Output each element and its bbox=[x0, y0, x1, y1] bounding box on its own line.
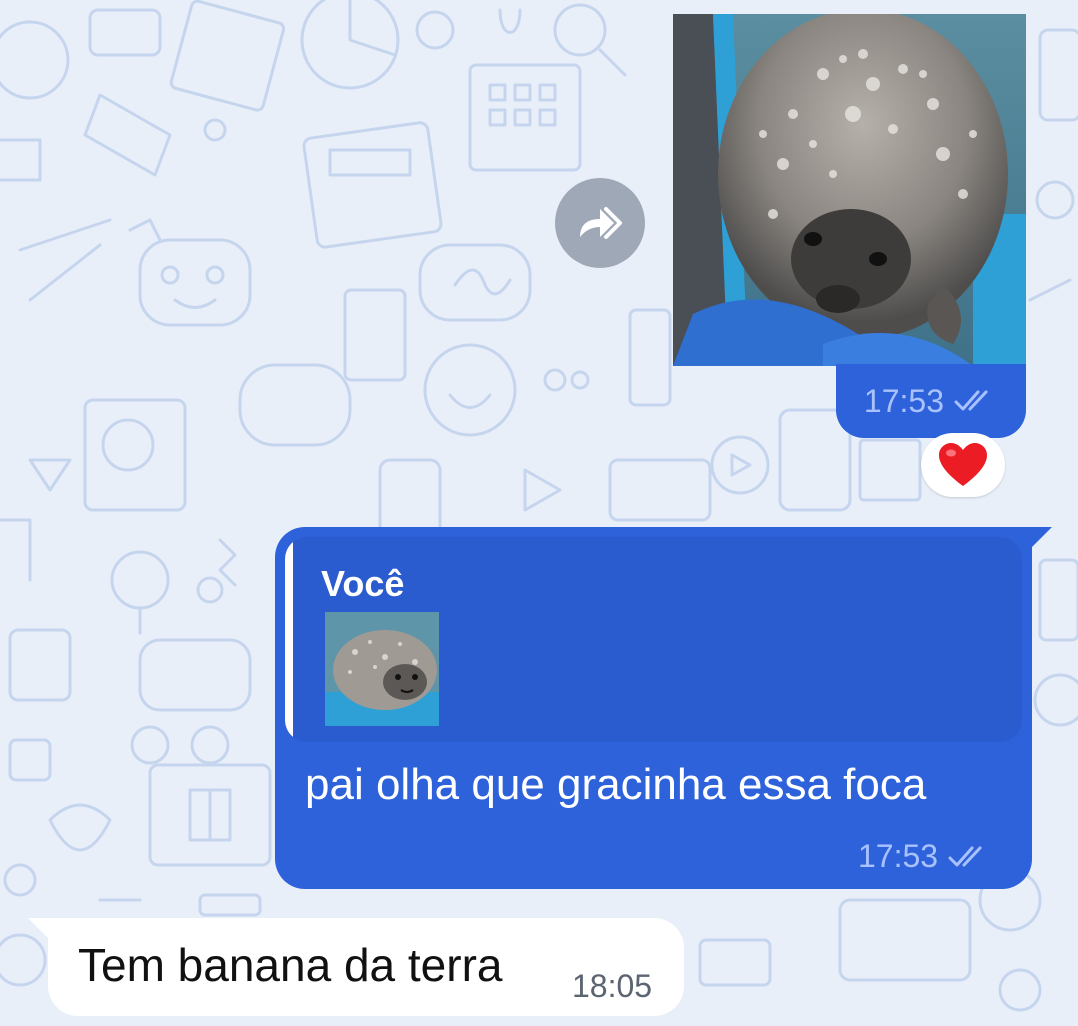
quote-author: Você bbox=[321, 563, 405, 604]
message-time: 18:05 bbox=[572, 968, 653, 1004]
bubble-tail bbox=[1026, 527, 1052, 553]
quoted-photo-thumbnail bbox=[325, 612, 439, 726]
chat-background: 17:53 Você pai olha que gracinha essa fo… bbox=[0, 0, 1078, 1026]
heart-reaction[interactable] bbox=[921, 433, 1005, 497]
double-check-icon bbox=[954, 390, 988, 411]
message-text: pai olha que gracinha essa foca bbox=[305, 760, 927, 809]
message-time: 17:53 bbox=[858, 838, 939, 874]
message-time: 17:53 bbox=[863, 382, 944, 419]
quoted-message[interactable]: Você bbox=[285, 537, 1022, 742]
forward-button[interactable] bbox=[555, 178, 645, 268]
double-check-icon bbox=[948, 846, 982, 866]
photo-timestamp: 17:53 bbox=[836, 364, 1026, 438]
message-text: Tem banana da terra bbox=[78, 939, 503, 991]
heart-icon bbox=[939, 443, 987, 486]
seal-photo[interactable] bbox=[673, 14, 1026, 366]
reply-timestamp: 17:53 bbox=[858, 838, 988, 875]
quote-bar bbox=[285, 537, 293, 742]
share-forward-icon bbox=[580, 207, 622, 239]
